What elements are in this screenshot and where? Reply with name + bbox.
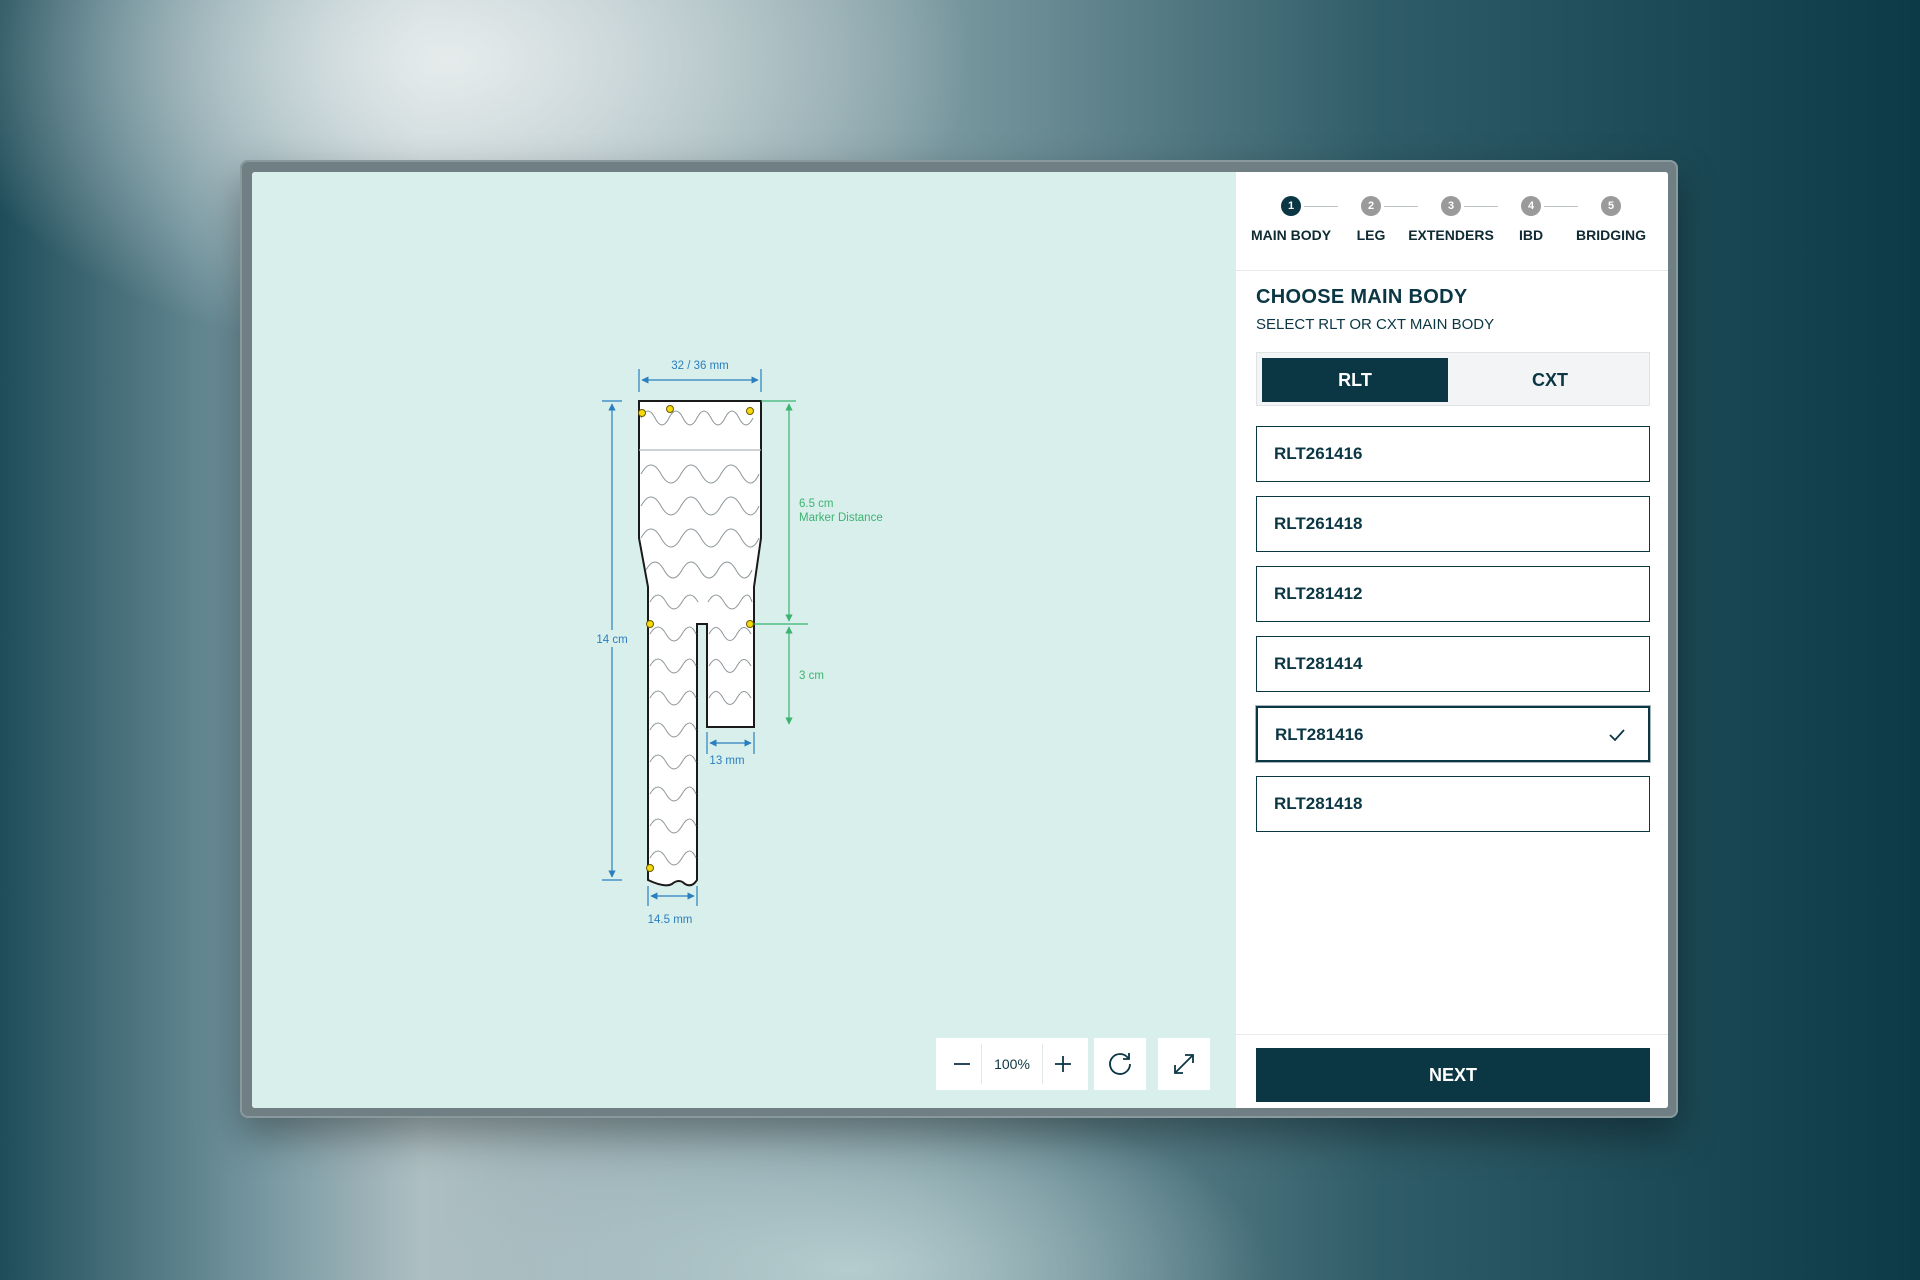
footer-divider	[1236, 1034, 1668, 1035]
plus-icon	[1054, 1056, 1071, 1072]
graft-outline	[638, 400, 762, 887]
marker-dot	[746, 407, 754, 415]
rotate-icon	[1109, 1053, 1131, 1075]
segment-rlt[interactable]: RLT	[1262, 358, 1448, 402]
step-number: 3	[1441, 196, 1461, 216]
app-screen: 32 / 36 mm 14 cm 13 mm 14.5 mm 6.5 cm Ma…	[252, 172, 1668, 1108]
list-item[interactable]: RLT281414	[1256, 636, 1650, 692]
length-label: 14 cm	[596, 634, 627, 646]
panel-subtitle: SELECT RLT OR CXT MAIN BODY	[1256, 316, 1495, 333]
segment-cxt[interactable]: CXT	[1457, 358, 1643, 402]
marker-distance-value: 6.5 cm	[799, 498, 834, 510]
long-leg-width-label: 14.5 mm	[648, 914, 693, 926]
zoom-out-button[interactable]	[942, 1044, 982, 1084]
type-segmented-control: RLT CXT	[1256, 352, 1650, 406]
item-label: RLT281418	[1274, 794, 1363, 813]
list-item[interactable]: RLT281412	[1256, 566, 1650, 622]
short-leg-width-label: 13 mm	[709, 755, 744, 767]
item-label: RLT281416	[1275, 725, 1364, 744]
step-number: 5	[1601, 196, 1621, 216]
expand-icon	[1174, 1054, 1194, 1074]
zoom-level: 100%	[994, 1056, 1030, 1072]
step-number: 4	[1521, 196, 1541, 216]
next-button[interactable]: NEXT	[1256, 1048, 1650, 1102]
marker-dot	[646, 620, 654, 628]
zoom-in-button[interactable]	[1042, 1044, 1082, 1084]
top-width-label: 32 / 36 mm	[671, 360, 729, 372]
list-item[interactable]: RLT281418	[1256, 776, 1650, 832]
step-bridging[interactable]: 5 BRIDGING	[1561, 196, 1661, 243]
step-number: 1	[1281, 196, 1301, 216]
list-item-selected[interactable]: RLT281416	[1256, 706, 1650, 762]
zoom-control: 100%	[936, 1038, 1088, 1090]
minus-icon	[953, 1063, 970, 1065]
step-label: BRIDGING	[1576, 227, 1646, 243]
item-label: RLT281412	[1274, 584, 1363, 603]
stepper: 1 MAIN BODY 2 LEG 3 EXTENDERS 4 IBD 5 BR…	[1236, 172, 1668, 271]
selection-panel: 1 MAIN BODY 2 LEG 3 EXTENDERS 4 IBD 5 BR…	[1235, 172, 1668, 1108]
step-number: 2	[1361, 196, 1381, 216]
item-label: RLT281414	[1274, 654, 1363, 673]
marker-dot	[666, 405, 674, 413]
list-item[interactable]: RLT261416	[1256, 426, 1650, 482]
reset-view-button[interactable]	[1094, 1038, 1146, 1090]
list-item[interactable]: RLT261418	[1256, 496, 1650, 552]
item-label: RLT261418	[1274, 514, 1363, 533]
marker-dot	[638, 409, 646, 417]
check-icon	[1609, 729, 1625, 742]
marker-dot	[746, 620, 754, 628]
item-label: RLT261416	[1274, 444, 1363, 463]
marker-dot	[646, 864, 654, 872]
panel-title: CHOOSE MAIN BODY	[1256, 286, 1468, 308]
marker-distance-label: Marker Distance	[799, 512, 883, 524]
fullscreen-button[interactable]	[1158, 1038, 1210, 1090]
diagram-canvas[interactable]: 32 / 36 mm 14 cm 13 mm 14.5 mm 6.5 cm Ma…	[252, 172, 1235, 1108]
stent-graft-diagram: 32 / 36 mm 14 cm 13 mm 14.5 mm 6.5 cm Ma…	[596, 360, 883, 926]
short-leg-length-label: 3 cm	[799, 670, 824, 682]
